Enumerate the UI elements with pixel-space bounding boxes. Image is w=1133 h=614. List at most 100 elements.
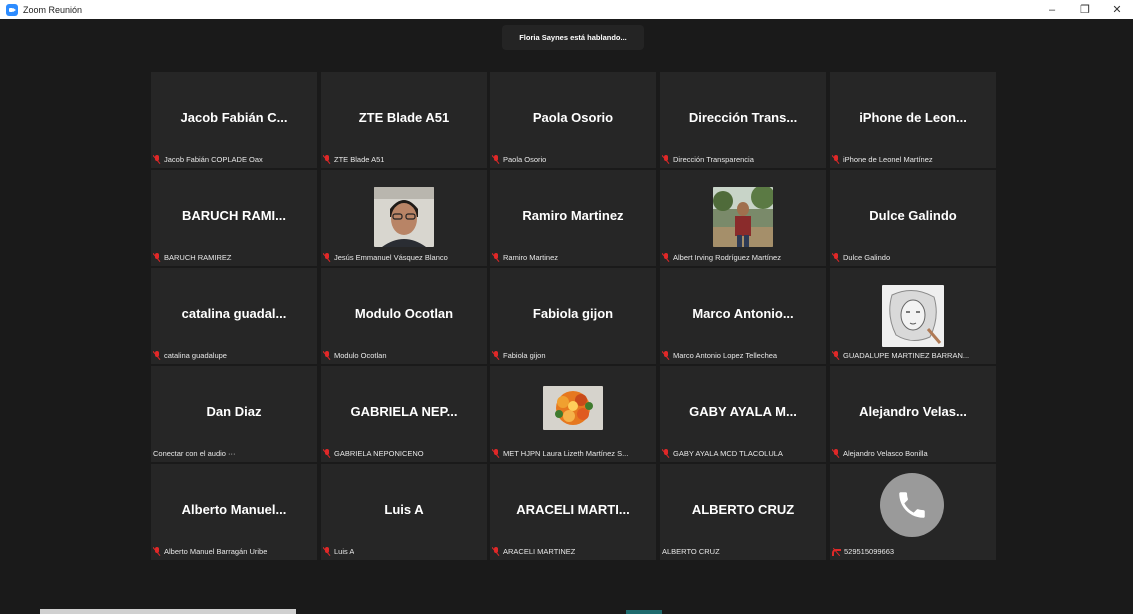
participant-label-text: ZTE Blade A51 xyxy=(334,155,385,164)
toolbar-strip[interactable] xyxy=(40,609,296,614)
participant-display-name: GABRIELA NEP... xyxy=(350,404,458,419)
participant-display-name: Alejandro Velas... xyxy=(859,404,967,419)
participant-tile[interactable]: Dan Diaz Conectar con el audio ··· xyxy=(151,366,317,462)
participant-display-name: Alberto Manuel... xyxy=(181,502,287,517)
participant-label-text: GABY AYALA MCD TLACOLULA xyxy=(673,449,783,458)
mic-muted-icon xyxy=(153,351,161,360)
participant-name-label: 529515099663 xyxy=(832,547,894,556)
participant-tile[interactable]: Fabiola gijon Fabiola gijon xyxy=(490,268,656,364)
participant-photo xyxy=(543,386,603,430)
participant-label-text: ARACELI MARTINEZ xyxy=(503,547,576,556)
participant-tile[interactable]: GABRIELA NEP... GABRIELA NEPONICENO xyxy=(321,366,487,462)
participant-label-text: Jesús Emmanuel Vásquez Blanco xyxy=(334,253,448,262)
title-bar: Zoom Reunión – ❐ ✕ xyxy=(0,0,1133,19)
mic-muted-icon xyxy=(323,253,331,262)
participant-name-label: ARACELI MARTINEZ xyxy=(492,547,575,556)
participant-tile[interactable]: Jacob Fabián C... Jacob Fabián COPLADE Oa… xyxy=(151,72,317,168)
participant-tile[interactable]: BARUCH RAMI... BARUCH RAMIREZ xyxy=(151,170,317,266)
participant-label-text: Luis A xyxy=(334,547,355,556)
participant-label-text: BARUCH RAMIREZ xyxy=(164,253,232,262)
participant-tile[interactable]: GABY AYALA M... GABY AYALA MCD TLACOLULA xyxy=(660,366,826,462)
participant-display-name: ARACELI MARTI... xyxy=(516,502,630,517)
mic-muted-icon xyxy=(492,351,500,360)
participant-name-label: Jacob Fabián COPLADE Oax xyxy=(153,155,263,164)
participant-tile[interactable]: Modulo Ocotlan Modulo Ocotlan xyxy=(321,268,487,364)
participant-label-text: GUADALUPE MARTINEZ BARRAN... xyxy=(843,351,970,360)
participant-name-label: Dulce Galindo xyxy=(832,253,890,262)
participant-tile[interactable]: Ramiro Martinez Ramiro Martinez xyxy=(490,170,656,266)
mic-muted-icon xyxy=(492,155,500,164)
participant-tile[interactable]: iPhone de Leon... iPhone de Leonel Martín… xyxy=(830,72,996,168)
participant-tile[interactable]: Paola Osorio Paola Osorio xyxy=(490,72,656,168)
participant-tile[interactable]: 529515099663 xyxy=(830,464,996,560)
restore-button[interactable]: ❐ xyxy=(1073,0,1097,19)
participant-tile[interactable]: catalina guadal... catalina guadalupe xyxy=(151,268,317,364)
participant-display-name: Luis A xyxy=(384,502,424,517)
participant-display-name: Jacob Fabián C... xyxy=(180,110,288,125)
participant-tile[interactable]: ALBERTO CRUZ ALBERTO CRUZ xyxy=(660,464,826,560)
active-speaker-banner: Floria Saynes está hablando... xyxy=(502,25,644,50)
participant-label-text: MET HJPN Laura Lizeth Martínez S... xyxy=(503,449,629,458)
close-button[interactable]: ✕ xyxy=(1105,0,1129,19)
participant-name-label: Albert Irving Rodríguez Martínez xyxy=(662,253,781,262)
mic-muted-icon xyxy=(662,253,670,262)
participant-name-label: ALBERTO CRUZ xyxy=(662,547,720,556)
participant-name-label: Alejandro Velasco Bonilla xyxy=(832,449,928,458)
mic-muted-icon xyxy=(153,155,161,164)
participant-photo xyxy=(374,187,434,247)
participant-tile[interactable]: ZTE Blade A51 ZTE Blade A51 xyxy=(321,72,487,168)
participant-display-name: Dulce Galindo xyxy=(869,208,957,223)
participant-tile[interactable]: Alejandro Velas... Alejandro Velasco Boni… xyxy=(830,366,996,462)
participant-display-name: ALBERTO CRUZ xyxy=(691,502,795,517)
phone-icon xyxy=(880,473,944,537)
participant-label-text: iPhone de Leonel Martínez xyxy=(843,155,933,164)
phone-muted-icon xyxy=(832,548,841,556)
participant-name-label: ZTE Blade A51 xyxy=(323,155,384,164)
participant-display-name: Dirección Trans... xyxy=(688,110,798,125)
mic-muted-icon xyxy=(153,253,161,262)
participant-name-label: Fabiola gijon xyxy=(492,351,546,360)
participant-display-name: Dan Diaz xyxy=(206,404,262,419)
participant-label-text: Jacob Fabián COPLADE Oax xyxy=(164,155,263,164)
participant-tile[interactable]: Marco Antonio... Marco Antonio Lopez Tell… xyxy=(660,268,826,364)
participant-label-text: Conectar con el audio ··· xyxy=(153,449,236,458)
minimize-button[interactable]: – xyxy=(1040,0,1064,19)
mic-muted-icon xyxy=(492,253,500,262)
participant-name-label: Dirección Transparencia xyxy=(662,155,754,164)
participant-tile[interactable]: ARACELI MARTI... ARACELI MARTINEZ xyxy=(490,464,656,560)
participant-tile[interactable]: Dirección Trans... Dirección Transparenci… xyxy=(660,72,826,168)
mic-muted-icon xyxy=(323,449,331,458)
participant-display-name: ZTE Blade A51 xyxy=(358,110,450,125)
participant-name-label: Ramiro Martinez xyxy=(492,253,558,262)
participant-tile[interactable]: Alberto Manuel... Alberto Manuel Barragán… xyxy=(151,464,317,560)
participant-tile[interactable]: Dulce Galindo Dulce Galindo xyxy=(830,170,996,266)
participant-tile[interactable]: Albert Irving Rodríguez Martínez xyxy=(660,170,826,266)
participant-name-label: GABY AYALA MCD TLACOLULA xyxy=(662,449,783,458)
participant-label-text: catalina guadalupe xyxy=(164,351,227,360)
mic-muted-icon xyxy=(323,351,331,360)
participant-tile[interactable]: MET HJPN Laura Lizeth Martínez S... xyxy=(490,366,656,462)
participant-tile[interactable]: Jesús Emmanuel Vásquez Blanco xyxy=(321,170,487,266)
mic-muted-icon xyxy=(492,449,500,458)
mic-muted-icon xyxy=(153,547,161,556)
participant-display-name: Paola Osorio xyxy=(532,110,614,125)
participant-display-name: Modulo Ocotlan xyxy=(354,306,454,321)
participant-name-label: MET HJPN Laura Lizeth Martínez S... xyxy=(492,449,628,458)
participant-name-label: GABRIELA NEPONICENO xyxy=(323,449,424,458)
mic-muted-icon xyxy=(662,449,670,458)
participant-label-text: Modulo Ocotlan xyxy=(334,351,387,360)
participant-label-text: Paola Osorio xyxy=(503,155,547,164)
participant-tile[interactable]: Luis A Luis A xyxy=(321,464,487,560)
toolbar-accent xyxy=(626,610,662,614)
participant-label-text: 529515099663 xyxy=(844,547,895,556)
participant-label-text: Alejandro Velasco Bonilla xyxy=(843,449,928,458)
participant-label-text: GABRIELA NEPONICENO xyxy=(334,449,424,458)
participant-display-name: GABY AYALA M... xyxy=(689,404,797,419)
participant-display-name: Ramiro Martinez xyxy=(522,208,624,223)
mic-muted-icon xyxy=(492,547,500,556)
participant-label-text: ALBERTO CRUZ xyxy=(662,547,720,556)
participant-display-name: BARUCH RAMI... xyxy=(182,208,286,223)
mic-muted-icon xyxy=(832,351,840,360)
participant-tile[interactable]: GUADALUPE MARTINEZ BARRAN... xyxy=(830,268,996,364)
participant-name-label: BARUCH RAMIREZ xyxy=(153,253,232,262)
